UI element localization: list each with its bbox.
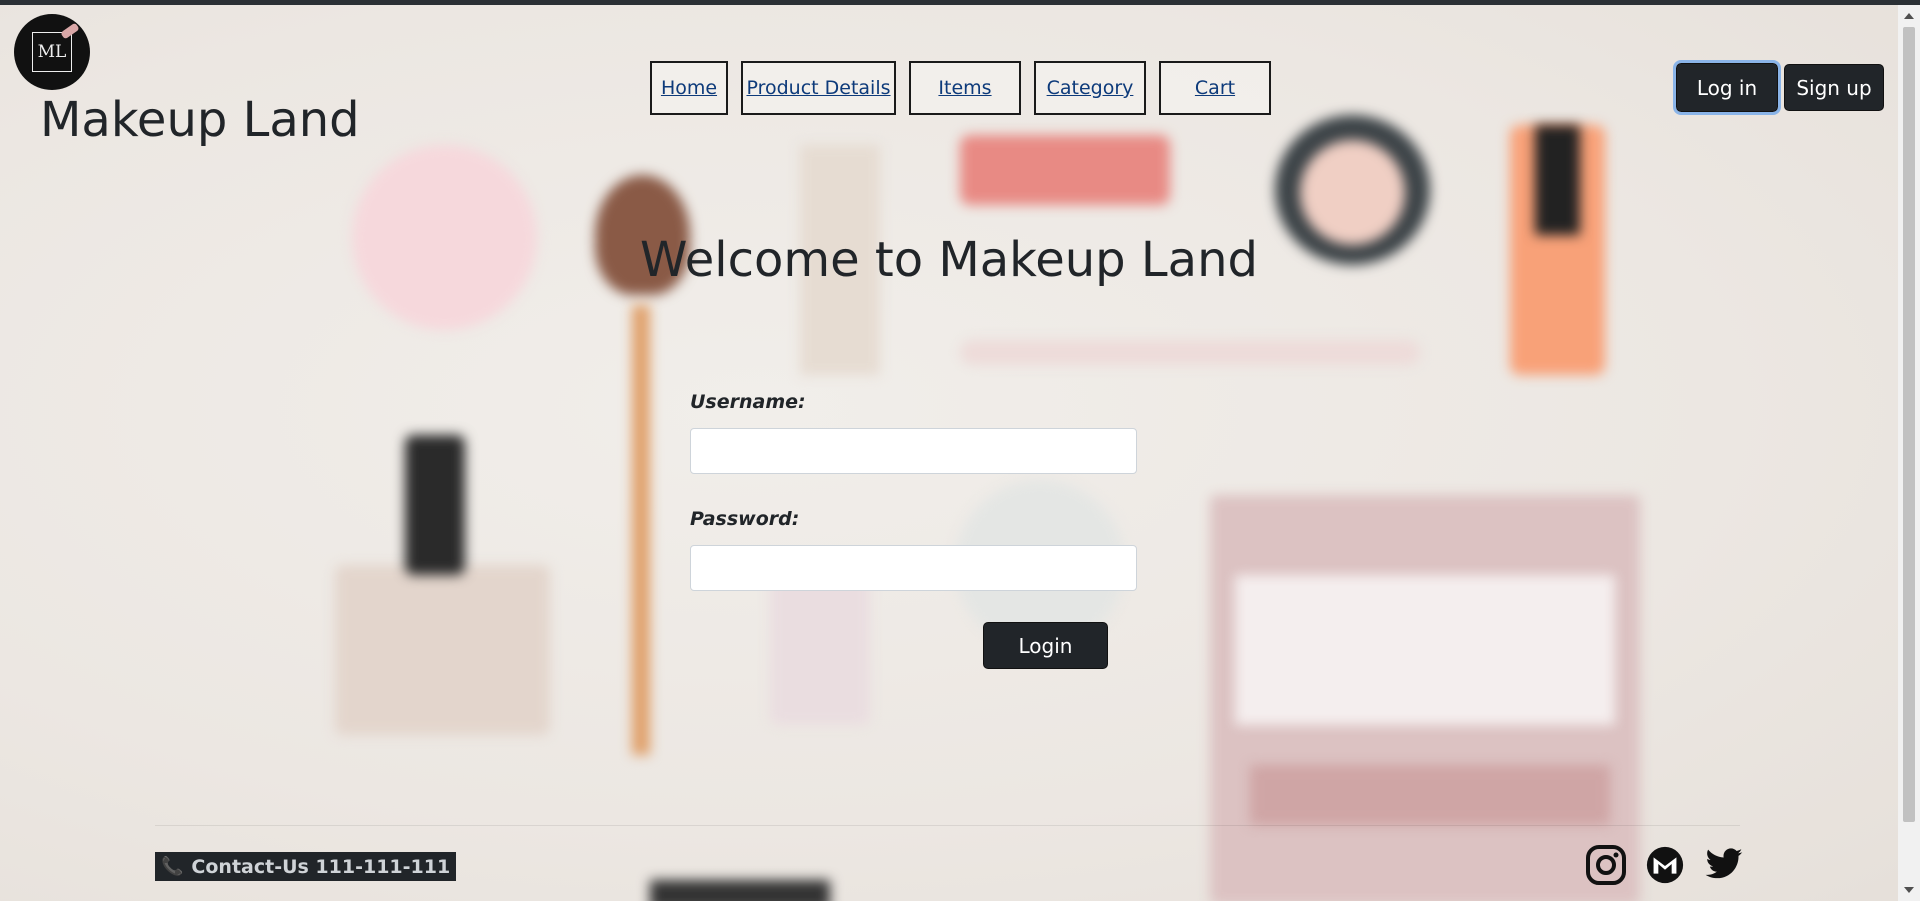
phone-icon: 📞 <box>161 856 184 877</box>
nav-cart[interactable]: Cart <box>1159 61 1271 115</box>
contact-text: Contact-Us 111-111-111 <box>191 855 451 878</box>
password-field[interactable] <box>690 545 1137 591</box>
nav-product-details[interactable]: Product Details <box>741 61 896 115</box>
scroll-down-icon[interactable] <box>1904 887 1914 893</box>
signup-button[interactable]: Sign up <box>1784 64 1884 111</box>
username-field[interactable] <box>690 428 1137 474</box>
logo-text: ML <box>37 42 67 62</box>
page-title: Welcome to Makeup Land <box>640 232 1258 288</box>
scroll-up-icon[interactable] <box>1904 13 1914 19</box>
footer-divider <box>155 825 1740 826</box>
nav-items[interactable]: Items <box>909 61 1021 115</box>
mail-icon[interactable] <box>1645 845 1685 885</box>
main-nav: Home Product Details Items Category Cart <box>650 61 1271 115</box>
instagram-icon[interactable] <box>1586 845 1626 885</box>
brush-icon <box>60 22 80 40</box>
site-title: Makeup Land <box>40 92 360 148</box>
submit-login-button[interactable]: Login <box>983 622 1108 669</box>
login-button[interactable]: Log in <box>1673 60 1781 115</box>
nav-category[interactable]: Category <box>1034 61 1146 115</box>
scrollbar-thumb[interactable] <box>1903 27 1915 822</box>
password-label: Password: <box>690 508 800 530</box>
twitter-icon[interactable] <box>1704 845 1744 885</box>
username-label: Username: <box>690 391 806 413</box>
scrollbar[interactable] <box>1898 5 1920 901</box>
nav-home[interactable]: Home <box>650 61 728 115</box>
logo-mark: ML <box>32 22 80 72</box>
site-logo[interactable]: ML <box>14 14 90 90</box>
contact-info: 📞 Contact-Us 111-111-111 <box>155 852 457 881</box>
